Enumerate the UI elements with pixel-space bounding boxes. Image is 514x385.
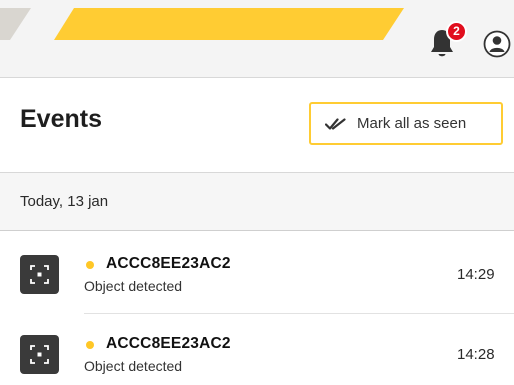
event-row[interactable]: ACCC8EE23AC2 Object detected 14:28 <box>0 314 514 385</box>
mark-all-seen-button[interactable]: Mark all as seen <box>309 102 503 145</box>
date-group-label: Today, 13 jan <box>20 193 109 210</box>
page-title: Events <box>20 105 102 133</box>
event-description: Object detected <box>84 278 183 294</box>
event-time: 14:28 <box>457 346 495 363</box>
unseen-status-dot <box>86 341 94 349</box>
object-detection-icon <box>30 345 49 364</box>
event-time: 14:29 <box>457 266 495 283</box>
brand-stripe-yellow <box>54 8 404 40</box>
notification-badge: 2 <box>446 21 467 42</box>
event-description: Object detected <box>84 358 183 374</box>
user-avatar-icon[interactable] <box>483 30 511 58</box>
double-check-icon <box>325 117 346 130</box>
brand-stripe-grey <box>0 8 31 40</box>
device-name: ACCC8EE23AC2 <box>106 335 231 352</box>
event-type-tile <box>20 255 59 294</box>
events-panel: Events Mark all as seen Today, 13 jan AC… <box>0 80 514 385</box>
app-header: 2 <box>0 0 514 78</box>
device-name: ACCC8EE23AC2 <box>106 255 231 272</box>
event-type-tile <box>20 335 59 374</box>
object-detection-icon <box>30 265 49 284</box>
mark-all-seen-label: Mark all as seen <box>357 115 467 132</box>
date-group-header: Today, 13 jan <box>0 172 514 231</box>
unseen-status-dot <box>86 261 94 269</box>
event-row[interactable]: ACCC8EE23AC2 Object detected 14:29 <box>0 234 514 312</box>
